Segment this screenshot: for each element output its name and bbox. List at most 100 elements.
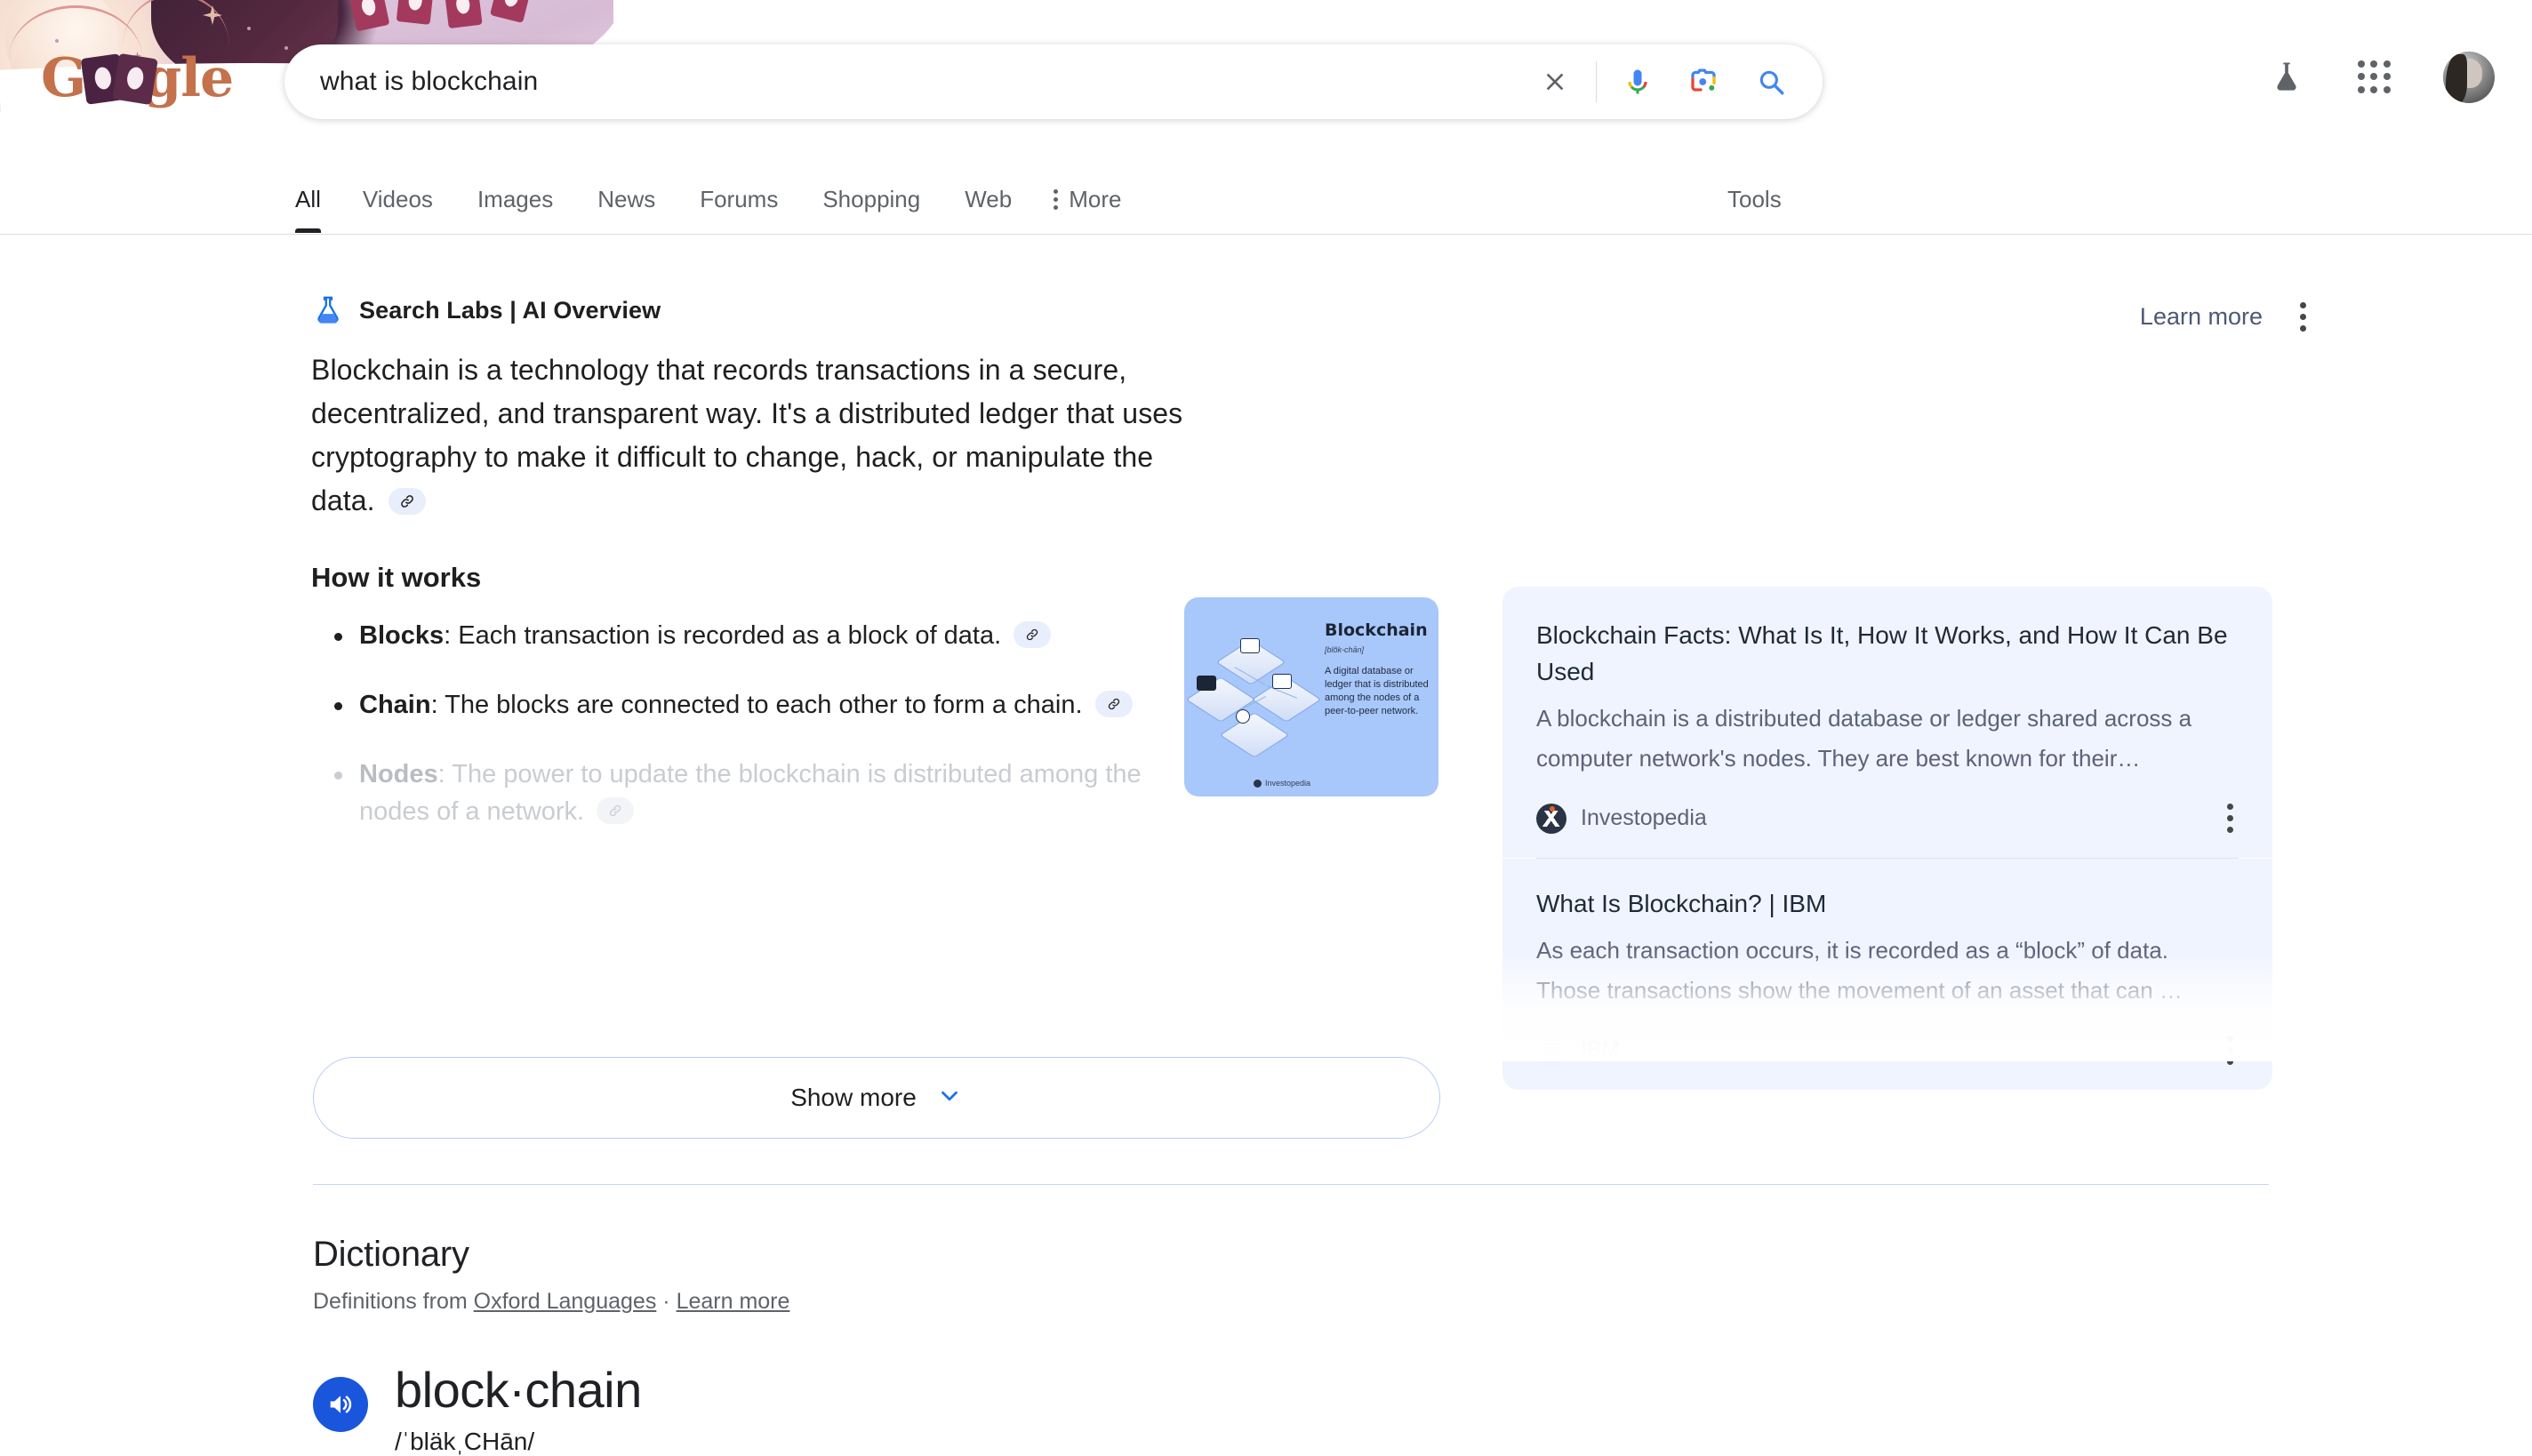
- tab-forums[interactable]: Forums: [677, 165, 800, 233]
- ai-overview-header-actions: Learn more: [2140, 297, 2312, 337]
- source-footer: IBM: [1536, 1030, 2239, 1070]
- document-icon: [1240, 638, 1260, 653]
- citation-link-icon[interactable]: [1014, 621, 1052, 649]
- ai-overview-bullets: Blocks: Each transaction is recorded as …: [311, 617, 1200, 830]
- bullet-term: Blocks: [359, 621, 445, 650]
- tab-label: Shopping: [822, 185, 921, 212]
- doodle-tile: [112, 52, 159, 106]
- bullet-text: : Each transaction is recorded as a bloc…: [444, 621, 1002, 650]
- ai-overview-thumbnail[interactable]: Blockchain [blŏk-chān] A digital databas…: [1184, 597, 1438, 796]
- source-origin: Investopedia: [1536, 803, 1707, 834]
- source-title[interactable]: Blockchain Facts: What Is It, How It Wor…: [1536, 617, 2239, 690]
- close-icon[interactable]: [1530, 57, 1580, 107]
- source-title[interactable]: What Is Blockchain? | IBM: [1536, 885, 2239, 922]
- source-snippet: A blockchain is a distributed database o…: [1536, 705, 2192, 772]
- chevron-down-icon: [936, 1083, 963, 1114]
- speaker-volume-icon[interactable]: [313, 1377, 368, 1432]
- source-snippet: As each transaction occurs, it is record…: [1536, 937, 2183, 1004]
- tab-shopping[interactable]: Shopping: [800, 165, 942, 233]
- investopedia-mark-icon: [1254, 779, 1262, 788]
- ai-overview-header: Search Labs | AI Overview: [311, 293, 661, 327]
- oxford-languages-link[interactable]: Oxford Languages: [474, 1289, 657, 1314]
- bullet-term: Chain: [359, 691, 431, 719]
- overflow-menu-icon[interactable]: [2295, 297, 2312, 337]
- tab-label: Web: [965, 185, 1013, 212]
- tools-button[interactable]: Tools: [1727, 165, 1782, 233]
- tab-all[interactable]: All: [295, 165, 341, 233]
- investopedia-favicon-icon: [1536, 803, 1566, 834]
- ai-overview-sources: Blockchain Facts: What Is It, How It Wor…: [1502, 587, 2272, 1090]
- tab-label: More: [1069, 185, 1122, 212]
- ai-overview-subheading: How it works: [311, 562, 482, 593]
- bullet-text: : The power to update the blockchain is …: [359, 760, 1142, 826]
- list-item: Chain: The blocks are connected to each …: [311, 686, 1200, 724]
- ai-overview-answer: Blockchain is a technology that records …: [311, 348, 1200, 862]
- tab-videos[interactable]: Videos: [341, 165, 455, 233]
- tab-images[interactable]: Images: [455, 165, 575, 233]
- lock-icon: [1197, 676, 1216, 691]
- list-item: Blocks: Each transaction is recorded as …: [311, 617, 1200, 654]
- google-logo[interactable]: G gle: [41, 47, 234, 109]
- thumbnail-definition: A digital database or ledger that is dis…: [1325, 666, 1429, 716]
- search-input[interactable]: [320, 67, 1530, 97]
- thumbnail-brand-label: Investopedia: [1265, 779, 1311, 788]
- source-footer: Investopedia: [1536, 798, 2239, 838]
- citation-link-icon[interactable]: [388, 487, 426, 515]
- dictionary-word: block·chain: [395, 1362, 642, 1418]
- tab-label: News: [597, 185, 656, 212]
- blockchain-cube: [1219, 712, 1290, 758]
- citation-link-icon[interactable]: [1094, 691, 1133, 718]
- show-more-label: Show more: [790, 1084, 917, 1111]
- ai-paragraph-text: Blockchain is a technology that records …: [311, 354, 1183, 516]
- search-bar[interactable]: [284, 44, 1823, 119]
- google-logo-part-g: G: [41, 47, 86, 109]
- tab-label: Videos: [362, 185, 433, 212]
- show-more-button[interactable]: Show more: [313, 1057, 1440, 1139]
- labs-flask-icon[interactable]: [2267, 58, 2306, 97]
- attribution-separator: ·: [662, 1289, 670, 1314]
- citation-link-icon[interactable]: [597, 797, 635, 825]
- source-overflow-menu-icon[interactable]: [2222, 1030, 2239, 1070]
- ai-overview-paragraph: Blockchain is a technology that records …: [311, 348, 1200, 523]
- tab-label: Forums: [700, 185, 779, 212]
- tab-more[interactable]: More: [1034, 165, 1143, 233]
- ai-overview-divider: [313, 1184, 2269, 1185]
- google-logo-part-gle: gle: [144, 47, 234, 109]
- dictionary-learn-more-link[interactable]: Learn more: [677, 1289, 790, 1314]
- ai-overview-badge-label: Search Labs | AI Overview: [359, 296, 661, 324]
- source-card[interactable]: What Is Blockchain? | IBM As each transa…: [1502, 859, 2272, 1090]
- apps-grid-icon[interactable]: [2356, 59, 2393, 96]
- dictionary-word-block: block·chain /ˈbläkˌCHān/: [395, 1364, 642, 1456]
- search-nav-bar: All Videos Images News Forums Shopping W…: [0, 165, 2532, 235]
- header-actions: [2267, 52, 2495, 103]
- thumbnail-title: Blockchain: [1325, 620, 1428, 640]
- tools-label: Tools: [1727, 185, 1782, 212]
- source-overflow-menu-icon[interactable]: [2222, 798, 2239, 838]
- tab-news[interactable]: News: [575, 165, 677, 233]
- google-logo-doodle-oo: [80, 52, 159, 106]
- avatar[interactable]: [2443, 52, 2495, 103]
- bullet-term: Nodes: [359, 760, 438, 788]
- chat-bubble-icon: [1272, 674, 1292, 689]
- thumbnail-phonetic: [blŏk-chān]: [1325, 645, 1365, 654]
- microphone-icon[interactable]: [1613, 57, 1663, 107]
- dictionary-phonetic: /ˈbläkˌCHān/: [395, 1427, 535, 1455]
- definitions-from-label: Definitions from: [313, 1289, 468, 1314]
- learn-more-link[interactable]: Learn more: [2140, 303, 2263, 331]
- tab-label: All: [295, 185, 321, 212]
- ibm-favicon-icon: [1536, 1035, 1566, 1066]
- source-card[interactable]: Blockchain Facts: What Is It, How It Wor…: [1502, 587, 2272, 858]
- tab-web[interactable]: Web: [942, 165, 1034, 233]
- source-origin-label: IBM: [1581, 1037, 1621, 1062]
- dictionary-attribution: Definitions from Oxford Languages · Lear…: [313, 1289, 1824, 1315]
- thumbnail-brand: Investopedia: [1254, 779, 1310, 788]
- labs-flask-icon: [311, 293, 345, 327]
- dictionary-title: Dictionary: [313, 1235, 469, 1274]
- google-lens-camera-icon[interactable]: [1679, 57, 1728, 107]
- nav-tabs: All Videos Images News Forums Shopping W…: [295, 165, 1143, 233]
- dictionary-word-row: block·chain /ˈbläkˌCHān/: [313, 1364, 1824, 1456]
- list-item: Nodes: The power to update the blockchai…: [311, 756, 1200, 830]
- page-header: G gle: [0, 0, 2532, 171]
- search-magnifier-icon[interactable]: [1746, 57, 1796, 107]
- kebab-menu-icon: [1054, 188, 1059, 210]
